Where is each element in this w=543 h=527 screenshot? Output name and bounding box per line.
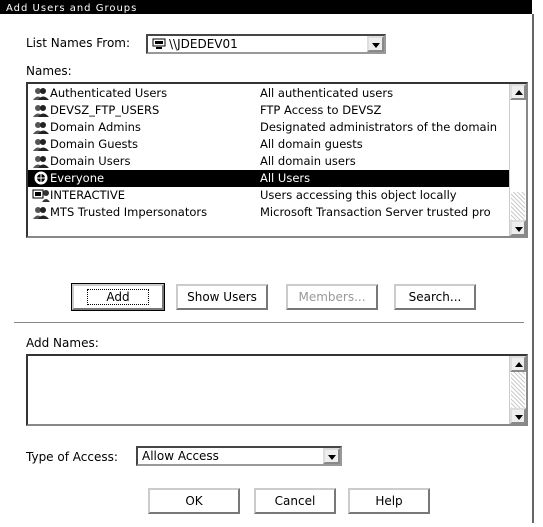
globe-icon <box>34 171 48 185</box>
divider <box>14 322 524 324</box>
list-item[interactable]: Domain Admins Designated administrators o… <box>28 119 510 136</box>
add-names-field[interactable] <box>26 354 528 426</box>
list-names-from-combo[interactable]: \\JDEDEV01 <box>146 34 386 54</box>
list-item-description: All domain guests <box>260 137 363 151</box>
list-item-name: DEVSZ_FTP_USERS <box>50 103 160 117</box>
list-item[interactable]: Domain Guests All domain guests <box>28 136 510 153</box>
type-of-access-combo[interactable]: Allow Access <box>136 446 342 466</box>
list-item-name: MTS Trusted Impersonators <box>50 205 208 219</box>
list-item-description: FTP Access to DEVSZ <box>260 103 382 117</box>
search-button[interactable]: Search... <box>394 284 476 310</box>
list-item[interactable]: Authenticated Users All authenticated use… <box>28 85 510 102</box>
list-item-description: Users accessing this object locally <box>260 188 457 202</box>
scroll-down-button[interactable] <box>510 408 526 424</box>
add-users-dialog: List Names From: \\JDEDEV01 Names: Authe… <box>8 14 534 523</box>
help-button[interactable]: Help <box>348 488 430 514</box>
list-item-name: Domain Admins <box>50 120 141 134</box>
type-of-access-value: Allow Access <box>142 449 219 463</box>
list-item-name: Everyone <box>50 171 105 185</box>
scroll-down-button[interactable] <box>510 220 526 236</box>
list-names-from-label: List Names From: <box>26 36 131 50</box>
group-icon <box>33 156 49 168</box>
window-title: Add Users and Groups <box>6 3 138 14</box>
list-item-name: Authenticated Users <box>50 86 168 100</box>
list-item-name: INTERACTIVE <box>50 188 126 202</box>
list-item[interactable]: MTS Trusted Impersonators Microsoft Trans… <box>28 204 510 221</box>
add-button-label: Add <box>87 289 149 305</box>
type-of-access-label: Type of Access: <box>26 450 118 464</box>
group-icon <box>33 88 49 100</box>
list-item-description: All authenticated users <box>260 86 394 100</box>
cancel-button[interactable]: Cancel <box>254 488 336 514</box>
border-gap <box>0 520 8 527</box>
list-item-description: Microsoft Transaction Server trusted pro <box>260 205 491 219</box>
names-scrollbar[interactable] <box>509 84 526 236</box>
list-item-name: Domain Users <box>50 154 131 168</box>
scroll-track[interactable] <box>511 372 525 408</box>
list-item-name: Domain Guests <box>50 137 139 151</box>
group-icon <box>33 105 49 117</box>
list-item-description: All Users <box>260 171 311 185</box>
scroll-up-button[interactable] <box>510 84 526 100</box>
add-names-label: Add Names: <box>26 336 99 350</box>
show-users-button[interactable]: Show Users <box>176 284 268 310</box>
group-icon <box>33 139 49 151</box>
chevron-down-icon[interactable] <box>367 36 384 52</box>
add-button[interactable]: Add <box>71 283 165 311</box>
list-names-from-value: \\JDEDEV01 <box>169 37 238 51</box>
list-item[interactable]: INTERACTIVE Users accessing this object l… <box>28 187 510 204</box>
scroll-up-button[interactable] <box>510 356 526 372</box>
list-item[interactable]: DEVSZ_FTP_USERS FTP Access to DEVSZ <box>28 102 510 119</box>
ok-button[interactable]: OK <box>148 488 240 514</box>
names-list[interactable]: Authenticated Users All authenticated use… <box>26 82 528 238</box>
group-icon <box>33 207 49 219</box>
scroll-thumb[interactable] <box>511 192 525 220</box>
chevron-down-icon[interactable] <box>323 448 340 464</box>
list-item[interactable]: Domain Users All domain users <box>28 153 510 170</box>
computer-icon <box>152 38 166 49</box>
group-icon <box>33 122 49 134</box>
list-item-description: Designated administrators of the domain <box>260 120 498 134</box>
interactive-icon <box>32 189 50 202</box>
add-names-scrollbar[interactable] <box>509 356 526 424</box>
title-bar[interactable]: Add Users and Groups <box>0 0 532 14</box>
list-item-description: All domain users <box>260 154 356 168</box>
list-item[interactable]: Everyone All Users <box>28 170 510 187</box>
names-label: Names: <box>26 64 72 78</box>
members-button[interactable]: Members... <box>286 284 378 310</box>
